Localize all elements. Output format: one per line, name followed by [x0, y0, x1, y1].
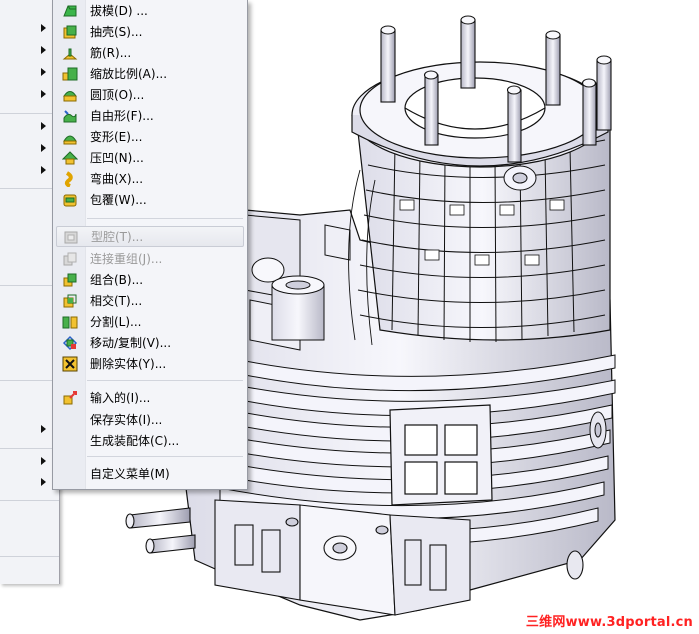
intersect-icon: [61, 292, 79, 310]
menu-item-scale[interactable]: 缩放比例(A)...: [56, 63, 244, 84]
menu-item-label: 型腔(T)...: [91, 230, 144, 244]
save-bodies-icon: [61, 411, 79, 429]
menu-item-create-assembly[interactable]: 生成装配体(C)...: [56, 430, 244, 451]
menu-item-label: 弯曲(X)...: [90, 172, 144, 186]
menu-separator: [0, 500, 59, 501]
menu-separator: [0, 285, 59, 286]
menu-item-intersect[interactable]: 相交(T)...: [56, 290, 244, 311]
menu-separator: [0, 448, 59, 449]
menu-separator: [87, 456, 243, 457]
menu-item-combine[interactable]: 组合(B)...: [56, 269, 244, 290]
menu-item-draft[interactable]: 拔模(D) ...: [56, 0, 244, 21]
menu-separator: [87, 218, 243, 219]
menu-item-flex[interactable]: 弯曲(X)...: [56, 168, 244, 189]
indent-icon: [61, 149, 79, 167]
menu-item-label: 连接重组(J)...: [90, 252, 163, 266]
flex-icon: [61, 170, 79, 188]
submenu-arrow-icon[interactable]: [41, 90, 46, 98]
menu-item-label: 缩放比例(A)...: [90, 67, 168, 81]
parent-menu: [0, 0, 60, 584]
submenu-arrow-icon[interactable]: [41, 144, 46, 152]
features-submenu: 拔模(D) ... 抽壳(S)... 筋(R)... 缩放比例(A)... 圆顶…: [52, 0, 248, 490]
menu-item-dome[interactable]: 圆顶(O)...: [56, 84, 244, 105]
menu-separator: [0, 556, 59, 557]
menu-item-freeform[interactable]: 自由形(F)...: [56, 105, 244, 126]
menu-item-label: 圆顶(O)...: [90, 88, 145, 102]
menu-item-join[interactable]: 连接重组(J)...: [56, 248, 244, 269]
deform-icon: [61, 128, 79, 146]
menu-item-imported[interactable]: 输入的(I)...: [56, 387, 244, 408]
menu-item-split[interactable]: 分割(L)...: [56, 311, 244, 332]
rib-icon: [61, 44, 79, 62]
submenu-arrow-icon[interactable]: [41, 24, 46, 32]
menu-item-label: 自定义菜单(M): [90, 467, 170, 481]
menu-item-label: 包覆(W)...: [90, 193, 147, 207]
dome-icon: [61, 86, 79, 104]
cavity-icon: [62, 228, 80, 246]
menu-item-customize-menu[interactable]: 自定义菜单(M): [56, 463, 244, 484]
menu-item-rib[interactable]: 筋(R)...: [56, 42, 244, 63]
submenu-arrow-icon[interactable]: [41, 478, 46, 486]
menu-item-delete-body[interactable]: 删除实体(Y)...: [56, 353, 244, 374]
join-icon: [61, 250, 79, 268]
scale-icon: [61, 65, 79, 83]
watermark-text: 三维网www.3dportal.cn: [525, 615, 693, 630]
menu-item-wrap[interactable]: 包覆(W)...: [56, 189, 244, 210]
menu-item-label: 拔模(D) ...: [90, 4, 148, 18]
menu-item-label: 相交(T)...: [90, 294, 143, 308]
submenu-arrow-icon[interactable]: [41, 166, 46, 174]
menu-item-label: 保存实体(I)...: [90, 413, 163, 427]
menu-item-shell[interactable]: 抽壳(S)...: [56, 21, 244, 42]
menu-item-move-copy[interactable]: 移动/复制(V)...: [56, 332, 244, 353]
move-copy-icon: [61, 334, 79, 352]
wrap-icon: [61, 191, 79, 209]
draft-icon: [61, 2, 79, 20]
create-assembly-icon: [61, 432, 79, 450]
submenu-arrow-icon[interactable]: [41, 425, 46, 433]
menu-separator: [0, 188, 59, 189]
menu-separator: [0, 380, 59, 381]
menu-item-label: 移动/复制(V)...: [90, 336, 172, 350]
split-icon: [61, 313, 79, 331]
menu-item-label: 删除实体(Y)...: [90, 357, 167, 371]
menu-item-label: 输入的(I)...: [90, 391, 151, 405]
menu-separator: [0, 113, 59, 114]
menu-item-label: 筋(R)...: [90, 46, 132, 60]
shell-icon: [61, 23, 79, 41]
submenu-arrow-icon[interactable]: [41, 46, 46, 54]
combine-icon: [61, 271, 79, 289]
freeform-icon: [61, 107, 79, 125]
menu-item-label: 压凹(N)...: [90, 151, 144, 165]
imported-icon: [61, 389, 79, 407]
menu-separator: [87, 380, 243, 381]
menu-item-label: 生成装配体(C)...: [90, 434, 180, 448]
menu-item-save-bodies[interactable]: 保存实体(I)...: [56, 409, 244, 430]
menu-item-label: 组合(B)...: [90, 273, 144, 287]
menu-item-label: 自由形(F)...: [90, 109, 154, 123]
menu-item-label: 抽壳(S)...: [90, 25, 143, 39]
menu-item-label: 分割(L)...: [90, 315, 142, 329]
submenu-arrow-icon[interactable]: [41, 68, 46, 76]
delete-body-icon: [61, 355, 79, 373]
menu-item-indent[interactable]: 压凹(N)...: [56, 147, 244, 168]
menu-item-cavity[interactable]: 型腔(T)...: [56, 226, 244, 247]
submenu-arrow-icon[interactable]: [41, 122, 46, 130]
submenu-arrow-icon[interactable]: [41, 457, 46, 465]
menu-item-deform[interactable]: 变形(E)...: [56, 126, 244, 147]
menu-item-label: 变形(E)...: [90, 130, 143, 144]
